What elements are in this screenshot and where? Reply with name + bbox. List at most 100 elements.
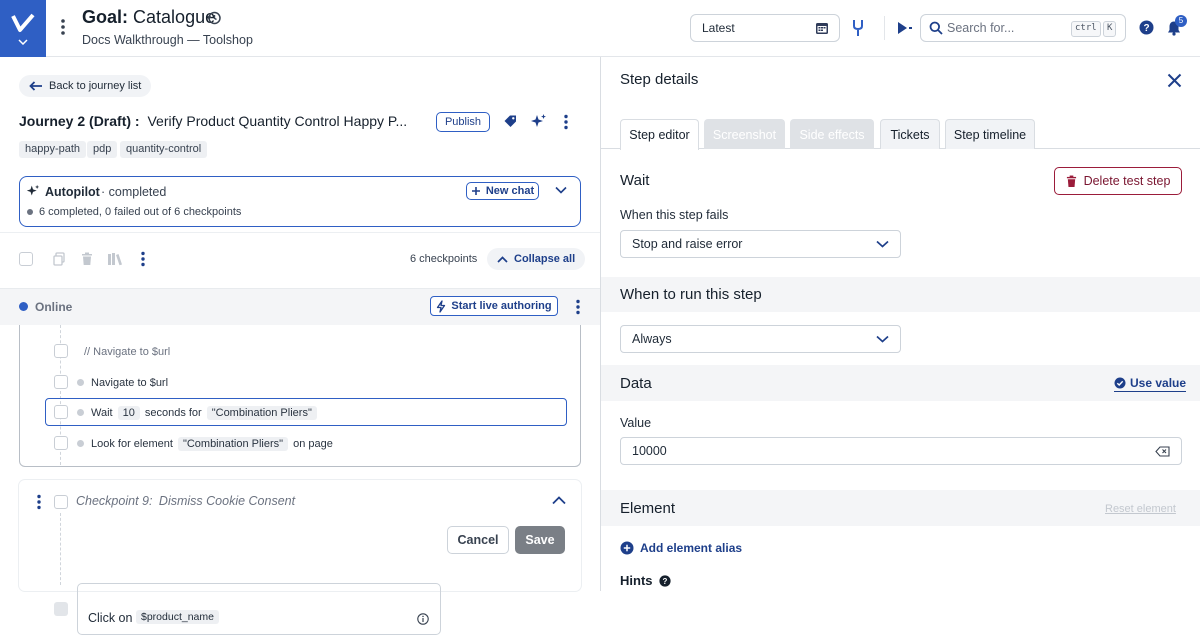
autopilot-card[interactable]: Autopilot · completed 6 completed, 0 fai… (19, 176, 581, 227)
back-to-journey-list-button[interactable]: Back to journey list (19, 75, 152, 97)
journey-menu-icon[interactable] (563, 114, 569, 130)
plus-circle-icon (620, 541, 634, 555)
add-element-alias-label: Add element alias (640, 541, 743, 555)
autopilot-summary: 6 completed, 0 failed out of 6 checkpoin… (39, 206, 242, 218)
journey-heading: Journey 2 (Draft) : Verify Product Quant… (19, 113, 407, 129)
step-wait-prefix: Wait (91, 407, 113, 419)
help-icon[interactable]: ? (658, 574, 671, 587)
cancel-button[interactable]: Cancel (447, 526, 509, 554)
run-condition-select[interactable]: Always (620, 325, 901, 353)
trash-icon (1066, 175, 1077, 188)
app-logo[interactable] (0, 0, 46, 57)
step-look-suffix: on page (293, 438, 333, 450)
chevron-down-icon (18, 38, 28, 45)
add-element-alias-button[interactable]: Add element alias (620, 541, 742, 555)
use-value-toggle[interactable]: Use value (1114, 376, 1187, 392)
journey-name[interactable]: Verify Product Quantity Control Happy P.… (147, 113, 407, 129)
save-button[interactable]: Save (515, 526, 565, 554)
search-placeholder: Search for... (947, 21, 1015, 35)
step-checkbox[interactable] (54, 405, 68, 419)
checkpoint-checkbox[interactable] (54, 495, 68, 509)
journey-panel: Back to journey list Journey 2 (Draft) :… (0, 57, 600, 635)
collapse-all-button[interactable]: Collapse all (487, 248, 586, 270)
autopilot-title: Autopilot (45, 185, 100, 199)
fail-behavior-value: Stop and raise error (632, 237, 743, 251)
tag-happy-path[interactable]: happy-path (19, 141, 87, 158)
svg-text:?: ? (1143, 23, 1149, 34)
tag-pdp[interactable]: pdp (87, 141, 118, 158)
search-icon (929, 21, 943, 35)
delete-test-step-label: Delete test step (1083, 174, 1171, 188)
checkpoint-heading[interactable]: Checkpoint 9: Dismiss Cookie Consent (76, 494, 295, 508)
delete-test-step-button[interactable]: Delete test step (1054, 167, 1182, 195)
select-all-checkbox[interactable] (19, 252, 33, 266)
new-chat-button[interactable]: New chat (466, 182, 539, 200)
new-step-input-variable: $product_name (136, 610, 219, 624)
tab-tickets[interactable]: Tickets (880, 119, 940, 149)
step-look-target: "Combination Pliers" (177, 437, 289, 451)
autopilot-expand-icon[interactable] (555, 186, 567, 194)
toolbar-divider (884, 16, 885, 40)
library-icon[interactable] (107, 252, 123, 266)
step-look-for-element[interactable]: Look for element "Combination Pliers" on… (91, 437, 333, 451)
clear-input-icon[interactable] (1155, 446, 1170, 457)
goal-menu-icon[interactable] (60, 18, 66, 36)
top-bar: Goal: Catalogue Docs Walkthrough — Tools… (0, 0, 1200, 57)
shortcut-key-ctrl: ctrl (1071, 21, 1101, 37)
autopilot-status: · completed (101, 185, 167, 199)
sparkle-icon[interactable] (530, 113, 547, 130)
step-wait-value: 10 (117, 406, 140, 420)
value-input[interactable]: 10000 (620, 437, 1182, 465)
version-date-picker[interactable]: Latest (690, 14, 840, 42)
tab-side-effects[interactable]: Side effects (790, 119, 874, 149)
notification-badge: 5 (1175, 15, 1187, 27)
fail-behavior-select[interactable]: Stop and raise error (620, 230, 901, 258)
tab-screenshot[interactable]: Screenshot (704, 119, 785, 149)
goal-title: Goal: Catalogue (82, 7, 215, 28)
publish-button[interactable]: Publish (436, 112, 490, 132)
new-step-input-prefix: Click on (88, 611, 133, 625)
tab-step-timeline[interactable]: Step timeline (945, 119, 1035, 149)
check-circle-icon (1114, 377, 1126, 389)
copy-icon[interactable] (53, 252, 66, 266)
tag-icon[interactable] (503, 114, 518, 129)
data-section-title: Data (620, 375, 652, 392)
tab-step-editor[interactable]: Step editor (620, 119, 699, 150)
chevron-up-icon (497, 255, 508, 263)
step-status-dot (77, 409, 84, 416)
checkpoint-steps-card: // Navigate to $url Navigate to $url Wai… (19, 325, 581, 467)
close-icon[interactable] (1167, 73, 1182, 88)
step-wait-target: "Combination Pliers" (206, 406, 317, 420)
svg-text:?: ? (662, 576, 667, 585)
step-checkbox[interactable] (54, 344, 68, 358)
run-icon[interactable] (896, 21, 914, 35)
back-label: Back to journey list (49, 80, 142, 92)
reset-element-link[interactable]: Reset element (1105, 503, 1176, 515)
element-section-title: Element (620, 500, 676, 517)
delete-icon[interactable] (81, 252, 93, 266)
calendar-icon (815, 21, 829, 35)
start-live-authoring-button[interactable]: Start live authoring (430, 296, 558, 316)
history-icon[interactable] (206, 10, 222, 26)
step-details-title: Step details (620, 71, 699, 88)
live-menu-icon[interactable] (575, 299, 581, 315)
step-comment[interactable]: // Navigate to $url (84, 346, 170, 358)
step-checkbox[interactable] (54, 375, 68, 389)
help-icon[interactable]: ? (1139, 20, 1154, 35)
step-wait[interactable]: Wait 10 seconds for "Combination Pliers" (91, 406, 317, 420)
checkpoint-connector-line (60, 513, 61, 585)
run-condition-value: Always (632, 332, 672, 346)
bulk-menu-icon[interactable] (140, 251, 146, 267)
checkpoint-menu-icon[interactable] (36, 494, 42, 510)
checkpoint-collapse-icon[interactable] (552, 496, 566, 505)
info-icon[interactable] (417, 613, 429, 625)
checkpoint-name: Dismiss Cookie Consent (158, 494, 296, 508)
lightning-icon (436, 299, 446, 313)
step-checkbox[interactable] (54, 436, 68, 450)
branch-icon[interactable] (851, 19, 865, 37)
tag-quantity-control[interactable]: quantity-control (120, 141, 208, 158)
step-navigate[interactable]: Navigate to $url (91, 377, 168, 389)
search-box[interactable]: Search for... ctrl K (920, 14, 1126, 42)
autopilot-sparkle-icon (26, 184, 40, 198)
data-section-header: Data Use value (601, 365, 1200, 401)
